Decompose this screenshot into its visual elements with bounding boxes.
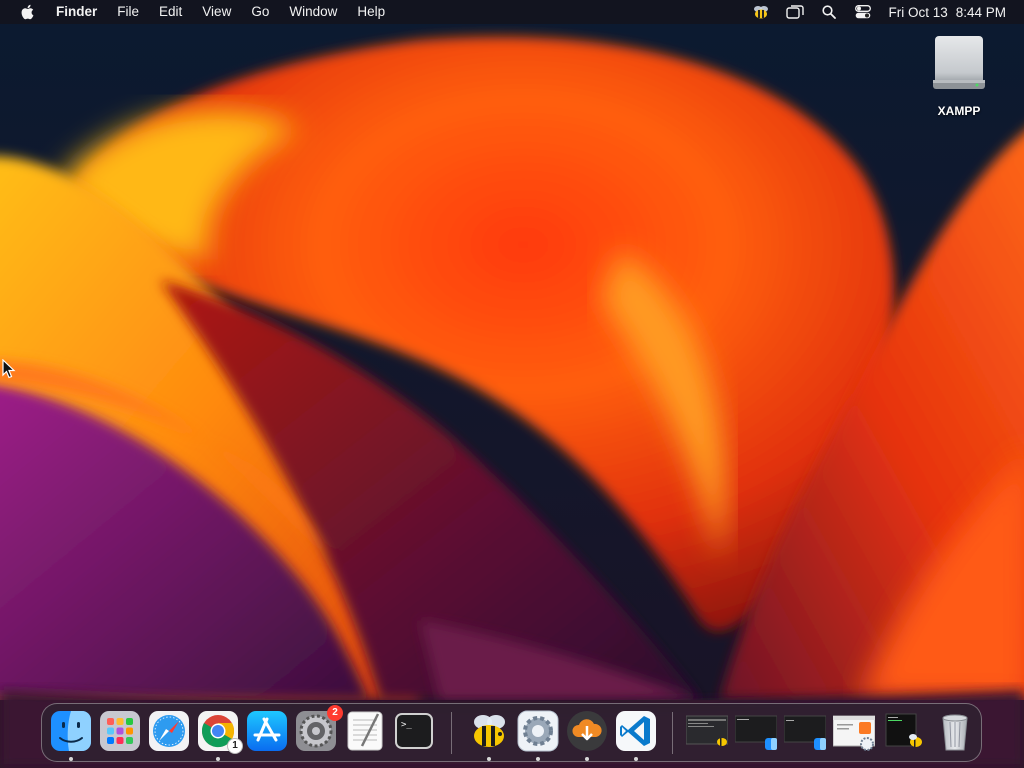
window-thumbnail-1[interactable] [685, 712, 729, 752]
badge-system-settings: 2 [327, 705, 343, 721]
badge-chrome: 1 [227, 738, 243, 754]
window-thumbnail-3[interactable] [783, 712, 827, 752]
dock-item-system-settings[interactable]: 2 [295, 705, 343, 752]
launchpad-icon [100, 711, 140, 751]
dock-item-chrome[interactable]: 1 [197, 710, 243, 754]
window-thumbnail-5[interactable] [882, 712, 924, 752]
svg-text:>_: >_ [401, 720, 412, 730]
external-drive-icon [931, 34, 987, 92]
menu-bar: Finder File Edit View Go Window Help Fri… [0, 0, 1024, 24]
dock-item-safari[interactable] [148, 710, 190, 752]
safari-icon [149, 711, 189, 751]
menu-clock[interactable]: Fri Oct 13 8:44 PM [888, 5, 1006, 20]
mouse-pointer-icon [2, 358, 16, 379]
menu-edit[interactable]: Edit [149, 0, 192, 24]
dock-item-vscode[interactable] [615, 710, 657, 752]
menu-file[interactable]: File [107, 0, 149, 24]
control-center-icon[interactable] [846, 0, 880, 24]
running-indicator [487, 757, 491, 761]
finder-icon [51, 711, 91, 751]
dock-item-bee[interactable] [468, 710, 510, 752]
dock-item-finder[interactable] [50, 710, 92, 752]
app-store-icon [247, 711, 287, 751]
menu-go[interactable]: Go [241, 0, 279, 24]
running-indicator [216, 757, 220, 761]
clock-time: 8:44 PM [955, 4, 1006, 20]
display-icon[interactable] [778, 0, 812, 24]
desktop-item-xampp[interactable]: XAMPP [924, 34, 994, 118]
bee-icon[interactable] [744, 0, 778, 24]
apple-menu-icon[interactable] [18, 3, 36, 21]
dock-item-launchpad[interactable] [99, 710, 141, 752]
desktop-item-label: XAMPP [937, 104, 981, 118]
bee-app-icon [474, 715, 505, 747]
dock-item-trash[interactable] [934, 710, 976, 752]
dock-item-textedit[interactable] [344, 710, 386, 752]
menu-view[interactable]: View [192, 0, 241, 24]
menu-window[interactable]: Window [279, 0, 347, 24]
trash-icon [942, 714, 968, 751]
dock-item-downloader[interactable] [566, 710, 608, 752]
terminal-icon: >_ [395, 713, 433, 749]
window-thumbnail-4[interactable] [832, 712, 876, 752]
dock: 1 2 >_ [41, 703, 982, 762]
running-indicator [634, 757, 638, 761]
textedit-icon [347, 711, 383, 751]
desktop-wallpaper [0, 0, 1024, 768]
running-indicator [585, 757, 589, 761]
gear-app-icon [517, 710, 559, 752]
window-thumbnail-2[interactable] [734, 712, 778, 752]
dock-separator [672, 712, 673, 754]
clock-date: Fri Oct 13 [888, 4, 948, 20]
menu-app-finder[interactable]: Finder [50, 0, 107, 24]
cloud-download-icon [567, 711, 607, 751]
dock-separator [451, 712, 452, 754]
running-indicator [536, 757, 540, 761]
dock-item-app-store[interactable] [246, 710, 288, 752]
vscode-icon [616, 711, 656, 751]
dock-item-terminal[interactable]: >_ [393, 710, 435, 752]
menu-help[interactable]: Help [347, 0, 395, 24]
running-indicator [69, 757, 73, 761]
spotlight-search-icon[interactable] [812, 0, 846, 24]
dock-item-settings[interactable] [517, 710, 559, 752]
